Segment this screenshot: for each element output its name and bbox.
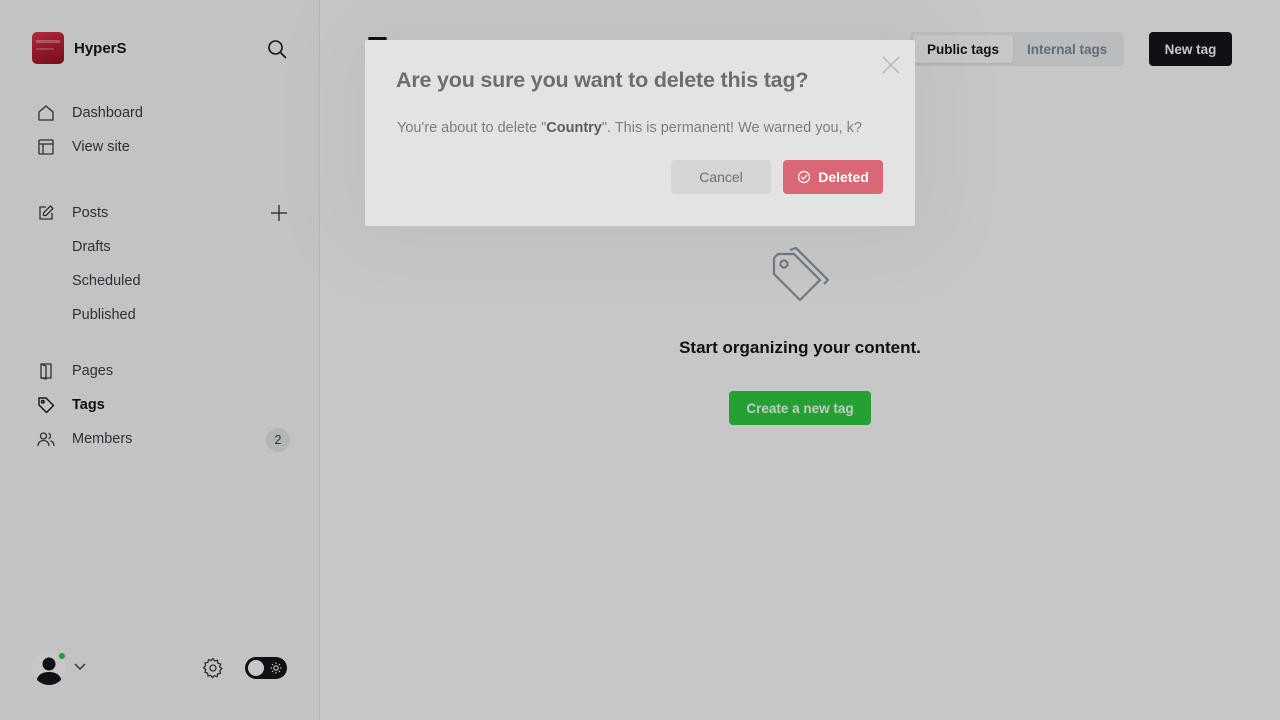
modal-title: Are you sure you want to delete this tag… (396, 68, 809, 92)
check-circle-icon (797, 170, 811, 184)
modal-body-prefix: You're about to delete " (397, 120, 547, 136)
modal-body-suffix: ". This is permanent! We warned you, k? (601, 120, 862, 136)
modal-tag-name: Country (546, 120, 602, 136)
close-icon[interactable] (880, 54, 902, 76)
confirm-delete-button[interactable]: Deleted (783, 160, 883, 194)
confirm-delete-label: Deleted (818, 169, 869, 185)
modal-body: You're about to delete "Country". This i… (397, 120, 862, 136)
cancel-button[interactable]: Cancel (671, 160, 771, 194)
delete-tag-modal: Are you sure you want to delete this tag… (365, 40, 915, 226)
